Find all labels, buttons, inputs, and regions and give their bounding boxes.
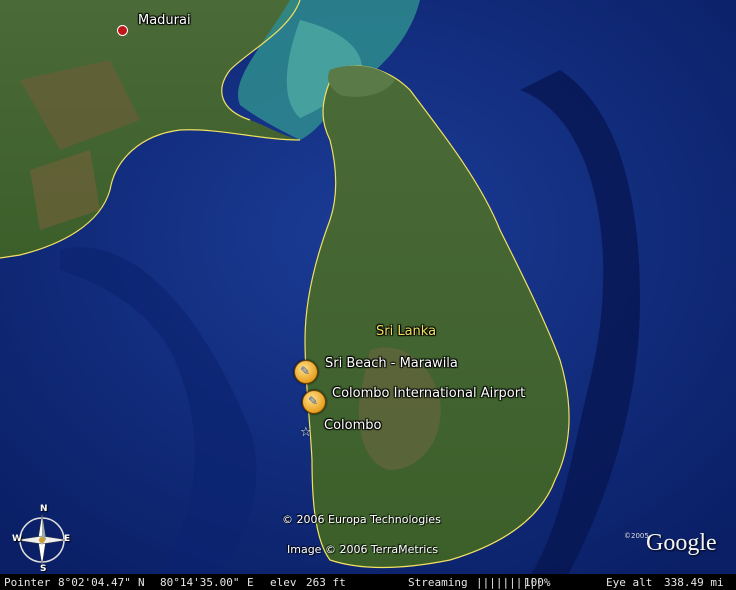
- elev-value: 263 ft: [306, 576, 346, 589]
- google-logo: Google: [646, 530, 717, 556]
- placemark-pushpin-icon[interactable]: ✎: [294, 360, 318, 384]
- placemark-airport-label[interactable]: Colombo International Airport: [332, 386, 525, 401]
- capital-star-icon[interactable]: ☆: [300, 425, 312, 440]
- compass-w: W: [12, 534, 22, 544]
- placemark-sri-beach-label[interactable]: Sri Beach - Marawila: [325, 356, 458, 371]
- copyright-europa: © 2006 Europa Technologies: [282, 513, 441, 526]
- pointer-lon: 80°14'35.00": [160, 576, 240, 589]
- pointer-lat-dir: N: [138, 576, 145, 589]
- map-view[interactable]: Madurai Sri Lanka ✎ Sri Beach - Marawila…: [0, 0, 736, 590]
- colombo-label: Colombo: [324, 418, 382, 433]
- pointer-lat: 8°02'04.47": [58, 576, 131, 589]
- compass-s: S: [40, 564, 47, 574]
- elev-label: elev: [270, 576, 297, 589]
- copyright-terrametrics: Image © 2006 TerraMetrics: [287, 543, 439, 556]
- madurai-label: Madurai: [138, 13, 191, 28]
- pointer-lon-dir: E: [247, 576, 254, 589]
- streaming-label: Streaming: [408, 576, 468, 589]
- country-label: Sri Lanka: [376, 324, 437, 339]
- eye-alt-value: 338.49 mi: [664, 576, 724, 589]
- status-bar: Pointer 8°02'04.47" N 80°14'35.00" E ele…: [0, 574, 736, 590]
- madurai-marker-icon[interactable]: [117, 25, 128, 36]
- satellite-imagery: [0, 0, 736, 590]
- compass-rose-icon[interactable]: N S E W: [10, 504, 74, 574]
- placemark-pushpin-icon[interactable]: ✎: [302, 390, 326, 414]
- compass-e: E: [64, 534, 71, 544]
- pointer-label: Pointer: [4, 576, 51, 589]
- eye-alt-label: Eye alt: [606, 576, 653, 589]
- compass-n: N: [40, 504, 48, 514]
- streaming-percent: 100%: [524, 576, 551, 589]
